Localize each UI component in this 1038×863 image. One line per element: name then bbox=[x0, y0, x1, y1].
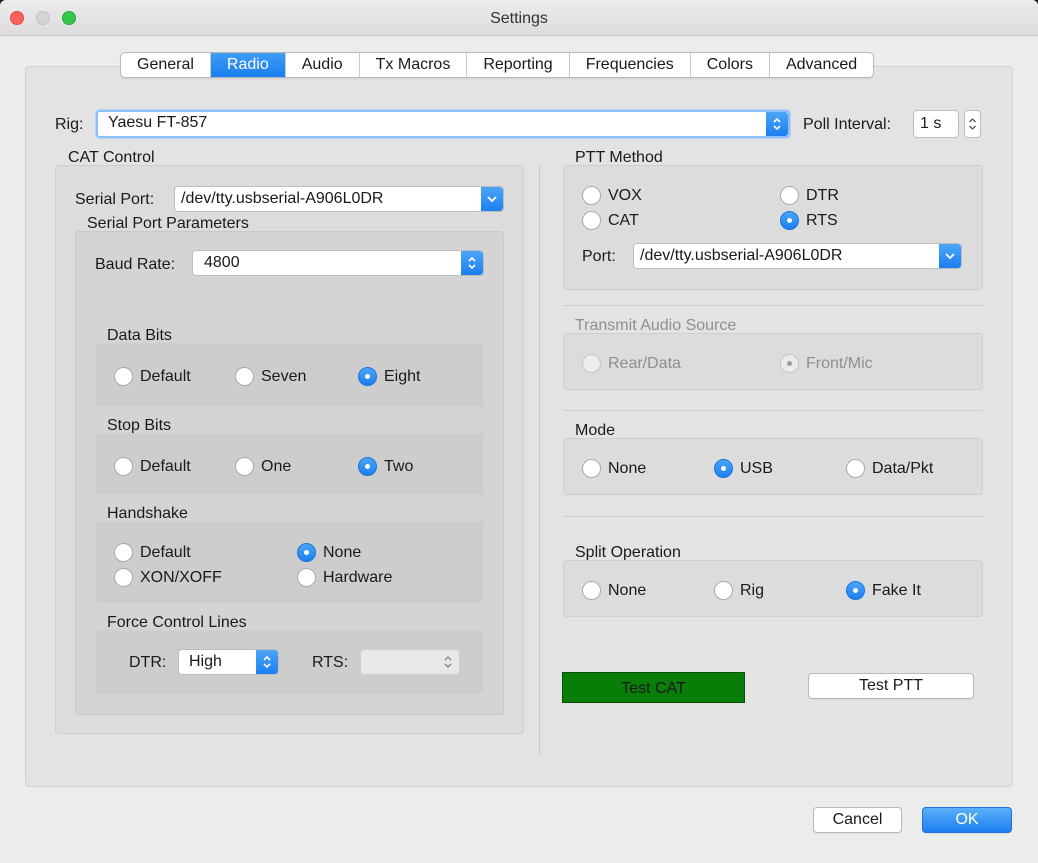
title-bar: Settings bbox=[0, 0, 1038, 36]
mode-data-pkt-radio[interactable]: Data/Pkt bbox=[846, 459, 933, 478]
handshake-group bbox=[95, 521, 484, 603]
tab-frequencies[interactable]: Frequencies bbox=[570, 53, 691, 77]
poll-interval-input[interactable]: 1 s bbox=[913, 110, 959, 138]
stop-bits-two-radio[interactable]: Two bbox=[358, 457, 413, 476]
data-bits-default-radio[interactable]: Default bbox=[114, 367, 191, 386]
updown-chevron-icon bbox=[461, 251, 483, 275]
stop-bits-default-radio[interactable]: Default bbox=[114, 457, 191, 476]
poll-interval-stepper[interactable] bbox=[964, 110, 981, 138]
data-bits-seven-radio[interactable]: Seven bbox=[235, 367, 306, 386]
ptt-vox-radio[interactable]: VOX bbox=[582, 186, 642, 205]
serial-port-label: Serial Port: bbox=[75, 191, 155, 208]
tab-advanced[interactable]: Advanced bbox=[770, 53, 873, 77]
tab-bar: General Radio Audio Tx Macros Reporting … bbox=[120, 52, 875, 78]
tab-reporting[interactable]: Reporting bbox=[467, 53, 570, 77]
rig-value: Yaesu FT-857 bbox=[108, 114, 208, 131]
poll-interval-label: Poll Interval: bbox=[803, 116, 892, 133]
test-cat-button[interactable]: Test CAT bbox=[562, 672, 745, 703]
test-ptt-button[interactable]: Test PTT bbox=[808, 673, 974, 699]
ptt-port-select[interactable]: /dev/tty.usbserial-A906L0DR bbox=[633, 243, 962, 269]
updown-chevron-icon bbox=[766, 112, 788, 136]
dtr-label: DTR: bbox=[129, 654, 167, 671]
stop-bits-one-radio[interactable]: One bbox=[235, 457, 291, 476]
data-bits-eight-radio[interactable]: Eight bbox=[358, 367, 420, 386]
handshake-default-radio[interactable]: Default bbox=[114, 543, 191, 562]
split-rig-radio[interactable]: Rig bbox=[714, 581, 764, 600]
tx-audio-rear-data-radio[interactable]: Rear/Data bbox=[582, 354, 681, 373]
ok-button[interactable]: OK bbox=[922, 807, 1012, 833]
dtr-select[interactable]: High bbox=[178, 649, 279, 675]
baud-rate-select[interactable]: 4800 bbox=[192, 250, 484, 276]
handshake-xonxoff-radio[interactable]: XON/XOFF bbox=[114, 568, 222, 587]
rts-select[interactable] bbox=[360, 649, 460, 675]
rig-label: Rig: bbox=[55, 116, 84, 133]
section-divider bbox=[563, 410, 983, 411]
mode-usb-radio[interactable]: USB bbox=[714, 459, 773, 478]
rts-label: RTS: bbox=[312, 654, 349, 671]
tab-audio[interactable]: Audio bbox=[286, 53, 360, 77]
cancel-button[interactable]: Cancel bbox=[813, 807, 902, 833]
ptt-cat-radio[interactable]: CAT bbox=[582, 211, 639, 230]
tab-colors[interactable]: Colors bbox=[691, 53, 770, 77]
serial-port-select[interactable]: /dev/tty.usbserial-A906L0DR bbox=[174, 186, 504, 212]
tx-audio-front-mic-radio[interactable]: Front/Mic bbox=[780, 354, 873, 373]
settings-window: Settings General Radio Audio Tx Macros R… bbox=[0, 0, 1038, 863]
updown-chevron-icon bbox=[969, 118, 976, 130]
updown-chevron-icon bbox=[256, 650, 278, 674]
window-title: Settings bbox=[490, 10, 548, 27]
ptt-port-label: Port: bbox=[582, 248, 616, 265]
handshake-none-radio[interactable]: None bbox=[297, 543, 361, 562]
split-none-radio[interactable]: None bbox=[582, 581, 646, 600]
baud-rate-label: Baud Rate: bbox=[95, 256, 176, 273]
chevron-down-icon bbox=[481, 187, 503, 211]
chevron-down-icon bbox=[939, 244, 961, 268]
tab-tx-macros[interactable]: Tx Macros bbox=[360, 53, 468, 77]
ptt-rts-radio[interactable]: RTS bbox=[780, 211, 838, 230]
updown-chevron-icon bbox=[437, 650, 459, 674]
ptt-dtr-radio[interactable]: DTR bbox=[780, 186, 839, 205]
rig-select[interactable]: Yaesu FT-857 bbox=[96, 110, 790, 138]
column-divider bbox=[539, 165, 540, 755]
section-divider bbox=[563, 516, 983, 517]
handshake-hardware-radio[interactable]: Hardware bbox=[297, 568, 392, 587]
tab-radio[interactable]: Radio bbox=[210, 53, 286, 77]
tab-general[interactable]: General bbox=[121, 53, 211, 77]
mode-none-radio[interactable]: None bbox=[582, 459, 646, 478]
section-divider bbox=[563, 305, 983, 306]
split-fake-it-radio[interactable]: Fake It bbox=[846, 581, 921, 600]
